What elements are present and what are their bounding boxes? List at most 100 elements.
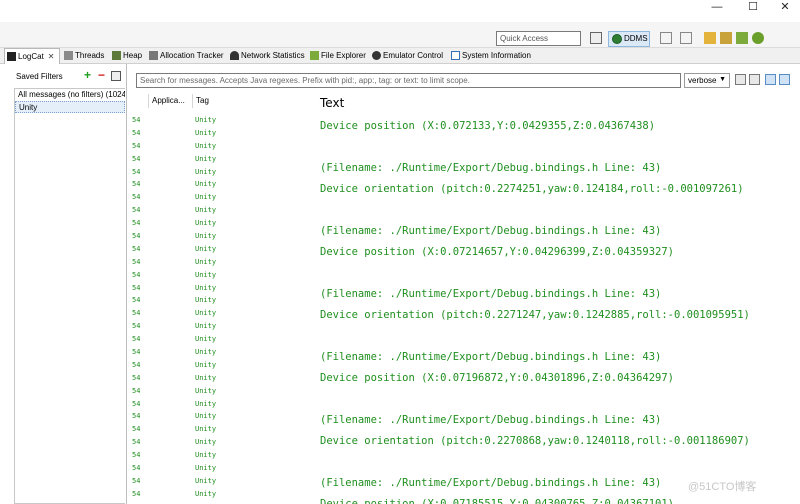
tab-heap[interactable]: Heap: [110, 48, 142, 64]
log-line[interactable]: (Filename: ./Runtime/Export/Debug.bindin…: [320, 410, 800, 431]
log-line[interactable]: Device position (X:0.072133,Y:0.0429355,…: [320, 116, 800, 137]
row-pid: 54: [132, 464, 140, 473]
allocation-icon: [149, 51, 158, 60]
log-line[interactable]: (Filename: ./Runtime/Export/Debug.bindin…: [320, 221, 800, 242]
table-row[interactable]: 54 Unity: [132, 346, 312, 359]
log-line[interactable]: Device position (X:0.07185515,Y:0.043007…: [320, 494, 800, 504]
table-row[interactable]: 54 Unity: [132, 217, 312, 230]
table-row[interactable]: 54 Unity: [132, 372, 312, 385]
table-row[interactable]: 54 Unity: [132, 449, 312, 462]
row-pid: 54: [132, 116, 140, 124]
filter-item-unity[interactable]: Unity: [15, 101, 125, 113]
save-icon[interactable]: [735, 74, 746, 85]
log-line[interactable]: Device orientation (pitch:0.2271247,yaw:…: [320, 305, 800, 326]
table-row[interactable]: 54 Unity: [132, 166, 312, 179]
folder-icon[interactable]: [704, 32, 716, 44]
log-line[interactable]: (Filename: ./Runtime/Export/Debug.bindin…: [320, 158, 800, 179]
close-button[interactable]: ✕: [770, 0, 800, 16]
row-tag: Unity: [195, 489, 217, 498]
tab-allocation-label: Allocation Tracker: [160, 51, 224, 60]
table-row[interactable]: 54 Unity: [132, 320, 312, 333]
android-device-icon[interactable]: [736, 32, 748, 44]
tab-file-explorer[interactable]: File Explorer: [308, 48, 366, 64]
log-line[interactable]: [320, 200, 800, 221]
log-line[interactable]: [320, 137, 800, 158]
row-tag: Unity: [195, 232, 217, 241]
log-line[interactable]: [320, 263, 800, 284]
tab-close-icon[interactable]: ✕: [48, 52, 55, 61]
table-row[interactable]: 54 Unity: [132, 204, 312, 217]
row-pid: 54: [132, 451, 140, 460]
table-row[interactable]: 54 Unity: [132, 294, 312, 307]
table-row[interactable]: 54 Unity: [132, 140, 312, 153]
wifi-icon: [230, 51, 239, 60]
table-row[interactable]: 54 Unity: [132, 462, 312, 475]
tab-system-information[interactable]: System Information: [449, 48, 531, 64]
add-filter-icon[interactable]: +: [84, 69, 91, 81]
table-row[interactable]: 54 Unity: [132, 423, 312, 436]
table-row[interactable]: 54 Unity: [132, 230, 312, 243]
table-row[interactable]: 54 Unity: [132, 359, 312, 372]
table-row[interactable]: 54 Unity: [132, 114, 312, 127]
maximize-button[interactable]: ☐: [738, 0, 768, 16]
log-line[interactable]: (Filename: ./Runtime/Export/Debug.bindin…: [320, 347, 800, 368]
log-line[interactable]: (Filename: ./Runtime/Export/Debug.bindin…: [320, 284, 800, 305]
android-icon: [612, 34, 622, 44]
log-line[interactable]: [320, 326, 800, 347]
toolbar-icon-1[interactable]: [660, 32, 672, 44]
chevron-down-icon: ▼: [719, 76, 726, 83]
view-tab-bar: LogCat ✕ Threads Heap Allocation Tracker …: [0, 48, 800, 64]
open-perspective-icon[interactable]: [590, 32, 602, 44]
table-row[interactable]: 54 Unity: [132, 436, 312, 449]
log-line[interactable]: [320, 389, 800, 410]
row-tag: Unity: [195, 257, 217, 266]
table-row[interactable]: 54 Unity: [132, 191, 312, 204]
table-row[interactable]: 54 Unity: [132, 282, 312, 295]
table-row[interactable]: 54 Unity: [132, 153, 312, 166]
column-application[interactable]: Applica...: [148, 94, 192, 108]
table-row[interactable]: 54 Unity: [132, 127, 312, 140]
tab-network-statistics[interactable]: Network Statistics: [228, 48, 305, 64]
table-row[interactable]: 54 Unity: [132, 178, 312, 191]
table-row[interactable]: 54 Unity: [132, 269, 312, 282]
table-row[interactable]: 54 Unity: [132, 385, 312, 398]
system-info-icon: [451, 51, 460, 60]
log-line[interactable]: Device orientation (pitch:0.2274251,yaw:…: [320, 179, 800, 200]
table-row[interactable]: 54 Unity: [132, 256, 312, 269]
column-text[interactable]: Text: [320, 96, 344, 110]
toggle-filters-icon[interactable]: [765, 74, 776, 85]
ddms-perspective-button[interactable]: DDMS: [608, 31, 650, 47]
edit-filter-icon[interactable]: [111, 71, 121, 81]
tab-emulator-control[interactable]: Emulator Control: [370, 48, 443, 64]
row-pid: 54: [132, 141, 140, 150]
table-row[interactable]: 54 Unity: [132, 410, 312, 423]
quick-access-input[interactable]: Quick Access: [496, 31, 581, 46]
row-tag: Unity: [195, 309, 217, 318]
build-icon[interactable]: [720, 32, 732, 44]
table-row[interactable]: 54 Unity: [132, 307, 312, 320]
remove-filter-icon[interactable]: −: [98, 69, 105, 81]
scroll-lock-icon[interactable]: [779, 74, 790, 85]
filter-item-all[interactable]: All messages (no filters) (1024: [15, 89, 125, 101]
log-line[interactable]: Device position (X:0.07196872,Y:0.043018…: [320, 368, 800, 389]
column-tag[interactable]: Tag: [192, 94, 252, 108]
file-explorer-icon: [310, 51, 319, 60]
tab-threads[interactable]: Threads: [62, 48, 104, 64]
log-line[interactable]: Device position (X:0.07214657,Y:0.042963…: [320, 242, 800, 263]
clear-log-icon[interactable]: [749, 74, 760, 85]
table-row[interactable]: 54 Unity: [132, 243, 312, 256]
toolbar-icon-2[interactable]: [680, 32, 692, 44]
table-row[interactable]: 54 Unity: [132, 333, 312, 346]
tab-allocation-tracker[interactable]: Allocation Tracker: [147, 48, 224, 64]
android-sdk-icon[interactable]: [752, 32, 764, 44]
search-input[interactable]: Search for messages. Accepts Java regexe…: [136, 73, 681, 88]
log-level-select[interactable]: verbose ▼: [684, 73, 730, 88]
table-row[interactable]: 54 Unity: [132, 488, 312, 501]
minimize-button[interactable]: —: [702, 0, 732, 16]
table-row[interactable]: 54 Unity: [132, 475, 312, 488]
row-tag: Unity: [195, 451, 217, 460]
log-line[interactable]: [320, 452, 800, 473]
log-line[interactable]: Device orientation (pitch:0.2270868,yaw:…: [320, 431, 800, 452]
tab-logcat[interactable]: LogCat ✕: [4, 48, 60, 64]
table-row[interactable]: 54 Unity: [132, 398, 312, 411]
